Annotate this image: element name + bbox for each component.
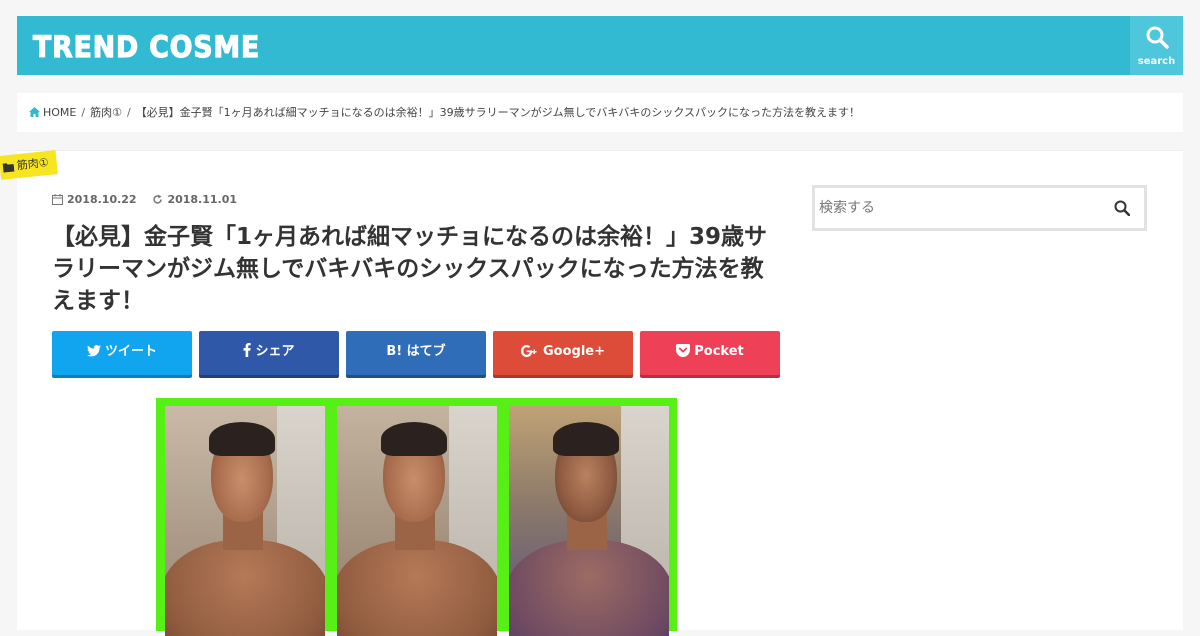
article-title: 【必見】金子賢「1ヶ月あれば細マッチョになるのは余裕！」39歳サラリーマンがジム… [52,224,768,314]
pocket-icon [676,344,691,357]
facebook-icon [243,343,252,357]
breadcrumb-home[interactable]: HOME [43,106,76,119]
published-date-text: 2018.10.22 [67,193,137,206]
search-label: search [1137,56,1176,67]
home-icon [29,107,40,117]
pocket-share-button[interactable]: Pocket [640,331,780,375]
search-icon[interactable] [1114,200,1130,216]
twitter-share-label: ツイート [104,344,157,359]
photo-panel [337,406,497,636]
facebook-share-label: シェア [255,344,295,359]
sidebar-search [812,185,1147,231]
site-logo[interactable]: TREND COSME [32,29,260,64]
pocket-share-label: Pocket [694,344,744,359]
post-dates: 2018.10.22 2018.11.01 [52,193,249,206]
breadcrumb-category[interactable]: 筋肉① [90,106,122,119]
photo-panel [509,406,669,636]
updated-date: 2018.11.01 [152,193,237,206]
hatena-share-button[interactable]: B! はてブ [346,331,486,375]
share-buttons: ツイート シェア B! はてブ Google+ Pocket [52,331,780,375]
category-tag[interactable]: 筋肉① [0,150,58,180]
hatena-share-label: B! はてブ [386,344,446,359]
sidebar-search-input[interactable] [815,188,1095,228]
facebook-share-button[interactable]: シェア [199,331,339,375]
search-icon [1146,26,1169,49]
photo-panel [165,406,325,636]
breadcrumb-separator: / [81,106,86,119]
google-plus-icon [520,345,537,357]
breadcrumb-separator: / [126,106,131,119]
updated-date-text: 2018.11.01 [167,193,238,206]
published-date: 2018.10.22 [52,193,137,206]
breadcrumb: HOME / 筋肉① / 【必見】金子賢「1ヶ月あれば細マッチョになるのは余裕！」39歳… [17,93,1183,132]
site-header: TREND COSME search [17,16,1183,75]
google-plus-share-button[interactable]: Google+ [493,331,633,375]
folder-icon [2,163,15,173]
article-hero-image [156,398,677,636]
refresh-icon [153,194,163,204]
header-search-button[interactable]: search [1130,16,1183,75]
category-label: 筋肉① [16,155,50,173]
google-plus-share-label: Google+ [542,344,605,359]
twitter-share-button[interactable]: ツイート [52,331,192,375]
calendar-icon [52,194,63,205]
twitter-icon [86,345,101,357]
breadcrumb-current: 【必見】金子賢「1ヶ月あれば細マッチョになるのは余裕！」39歳サラリーマンがジム… [135,106,861,119]
